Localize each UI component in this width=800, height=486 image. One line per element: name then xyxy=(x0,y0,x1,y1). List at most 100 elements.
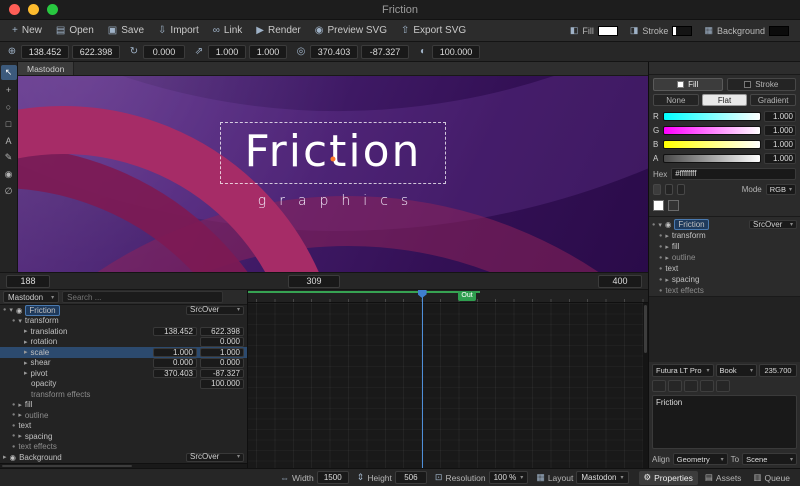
playhead[interactable] xyxy=(422,290,423,468)
scale-x-field[interactable]: 1.000 xyxy=(208,45,246,59)
value-field[interactable]: 1.000 xyxy=(153,348,197,358)
value-field[interactable]: 0.000 xyxy=(200,358,244,368)
value-field[interactable]: 0.000 xyxy=(153,358,197,368)
hierarchy-row[interactable]: ● ▸ transform xyxy=(649,230,800,241)
canvas-tab-mastodon[interactable]: Mastodon xyxy=(18,62,74,75)
preview-svg-button[interactable]: ◉ Preview SVG xyxy=(309,23,393,38)
hex-input[interactable]: #ffffffff xyxy=(671,168,796,180)
hierarchy-row[interactable]: ● text xyxy=(649,263,800,274)
select-tool[interactable]: ↖ xyxy=(1,65,17,80)
value-field[interactable]: 1.000 xyxy=(200,348,244,358)
pivot-x-field[interactable]: 370.403 xyxy=(310,45,358,59)
canvas-viewport[interactable]: Friction graphics xyxy=(18,76,648,272)
font-style-select[interactable]: Book xyxy=(716,364,757,377)
value-field[interactable]: 622.398 xyxy=(200,327,244,337)
timeline-row[interactable]: ● ▸ fill xyxy=(0,400,247,411)
record-dot-icon[interactable]: ● xyxy=(659,255,662,261)
timeline-row[interactable]: ▸ ◉ Background SrcOver xyxy=(0,452,247,463)
resolution-select[interactable]: 100 % xyxy=(489,471,529,484)
paint-gradient-button[interactable]: Gradient xyxy=(750,94,796,106)
out-marker[interactable]: Out xyxy=(458,291,475,301)
pivot-y-field[interactable]: -87.327 xyxy=(361,45,409,59)
paint-none-button[interactable]: None xyxy=(653,94,699,106)
stroke-color-control[interactable]: ◨ Stroke xyxy=(625,25,698,36)
expand-arrow-icon[interactable]: ▸ xyxy=(18,411,22,419)
scrollbar-thumb[interactable] xyxy=(2,465,132,467)
expand-arrow-icon[interactable]: ▸ xyxy=(665,254,669,262)
timeline-row[interactable]: ● text effects xyxy=(0,442,247,453)
record-dot-icon[interactable]: ● xyxy=(12,433,15,439)
expand-arrow-icon[interactable]: ▸ xyxy=(24,348,28,356)
timeline-row[interactable]: ▸ scale 1.000 1.000 xyxy=(0,347,247,358)
view-end-frame-field[interactable]: 400 xyxy=(598,275,642,288)
layout-select[interactable]: Mastodon xyxy=(576,471,628,484)
close-window-button[interactable] xyxy=(9,4,20,15)
hsl-mode-button[interactable] xyxy=(677,184,685,195)
hierarchy-row[interactable]: ● ▸ fill xyxy=(649,241,800,252)
playhead-marker[interactable] xyxy=(418,290,427,298)
record-dot-icon[interactable]: ● xyxy=(659,244,662,250)
expand-arrow-icon[interactable]: ▸ xyxy=(24,359,28,367)
pivot-point-marker[interactable] xyxy=(331,157,336,162)
scene-select[interactable]: Mastodon xyxy=(3,291,59,303)
timeline-row[interactable]: ▸ pivot 370.403 -87.327 xyxy=(0,368,247,379)
expand-arrow-icon[interactable]: ▸ xyxy=(3,453,7,461)
align-pivot-select[interactable]: Geometry xyxy=(673,453,728,465)
font-family-select[interactable]: Futura LT Pro xyxy=(652,364,714,377)
paint-tool[interactable]: ✎ xyxy=(1,150,17,165)
view-start-frame-field[interactable]: 188 xyxy=(6,275,50,288)
search-input[interactable] xyxy=(62,291,223,303)
scale-y-field[interactable]: 1.000 xyxy=(249,45,287,59)
value-field[interactable]: 370.403 xyxy=(153,369,197,379)
expand-arrow-icon[interactable]: ▾ xyxy=(9,306,13,314)
record-dot-icon[interactable]: ● xyxy=(3,307,6,313)
artwork-subtitle-text[interactable]: graphics xyxy=(245,193,421,209)
record-dot-icon[interactable]: ● xyxy=(659,277,662,283)
circle-tool[interactable]: ○ xyxy=(1,99,17,114)
align-text-right-button[interactable] xyxy=(684,380,698,392)
link-button[interactable]: ∞ Link xyxy=(207,23,249,38)
channel-slider[interactable] xyxy=(663,126,761,135)
timeline-row[interactable]: transform effects xyxy=(0,389,247,400)
hsv-mode-button[interactable] xyxy=(665,184,673,195)
channel-slider[interactable] xyxy=(663,154,761,163)
timeline-row[interactable]: ● ▸ spacing xyxy=(0,431,247,442)
record-dot-icon[interactable]: ● xyxy=(12,318,15,324)
zoom-window-button[interactable] xyxy=(47,4,58,15)
expand-arrow-icon[interactable]: ▸ xyxy=(665,276,669,284)
hierarchy-row[interactable]: ● ▸ spacing xyxy=(649,274,800,285)
stroke-color-swatch[interactable] xyxy=(672,26,692,36)
export-svg-button[interactable]: ⇧ Export SVG xyxy=(395,23,472,38)
keyframe-grid[interactable] xyxy=(248,303,648,468)
align-relative-select[interactable]: Scene xyxy=(742,453,797,465)
expand-arrow-icon[interactable]: ▸ xyxy=(24,369,28,377)
expand-arrow-icon[interactable]: ▸ xyxy=(665,243,669,251)
rotation-field[interactable]: 0.000 xyxy=(143,45,185,59)
channel-slider[interactable] xyxy=(663,112,761,121)
rect-tool[interactable]: □ xyxy=(1,116,17,131)
timeline-row[interactable]: ▸ translation 138.452 622.398 xyxy=(0,326,247,337)
paint-flat-button[interactable]: Flat xyxy=(702,94,748,106)
expand-arrow-icon[interactable]: ▾ xyxy=(18,317,22,325)
record-dot-icon[interactable]: ● xyxy=(659,266,662,272)
hierarchy-row[interactable]: ● text effects xyxy=(649,285,800,296)
timeline-row[interactable]: opacity 100.000 xyxy=(0,379,247,390)
value-field[interactable]: 100.000 xyxy=(200,379,244,389)
opacity-field[interactable]: 100.000 xyxy=(432,45,480,59)
minimize-window-button[interactable] xyxy=(28,4,39,15)
blend-mode-select[interactable]: SrcOver xyxy=(749,220,797,230)
import-button[interactable]: ⇩ Import xyxy=(152,23,205,38)
font-size-field[interactable]: 235.700 xyxy=(759,364,797,377)
visibility-icon[interactable]: ◉ xyxy=(10,453,17,462)
expand-arrow-icon[interactable]: ▸ xyxy=(665,232,669,240)
expand-arrow-icon[interactable]: ▸ xyxy=(18,401,22,409)
current-frame-field[interactable]: 309 xyxy=(288,275,340,288)
scene-width-field[interactable]: 1500 xyxy=(317,471,349,484)
background-color-swatch[interactable] xyxy=(769,26,789,36)
new-button[interactable]: + New xyxy=(6,23,48,38)
align-text-top-button[interactable] xyxy=(700,380,714,392)
bookmark-color-swatch[interactable] xyxy=(653,200,664,211)
expand-arrow-icon[interactable]: ▸ xyxy=(24,327,28,335)
blend-mode-select[interactable]: SrcOver xyxy=(186,453,244,463)
scene-height-field[interactable]: 506 xyxy=(395,471,427,484)
